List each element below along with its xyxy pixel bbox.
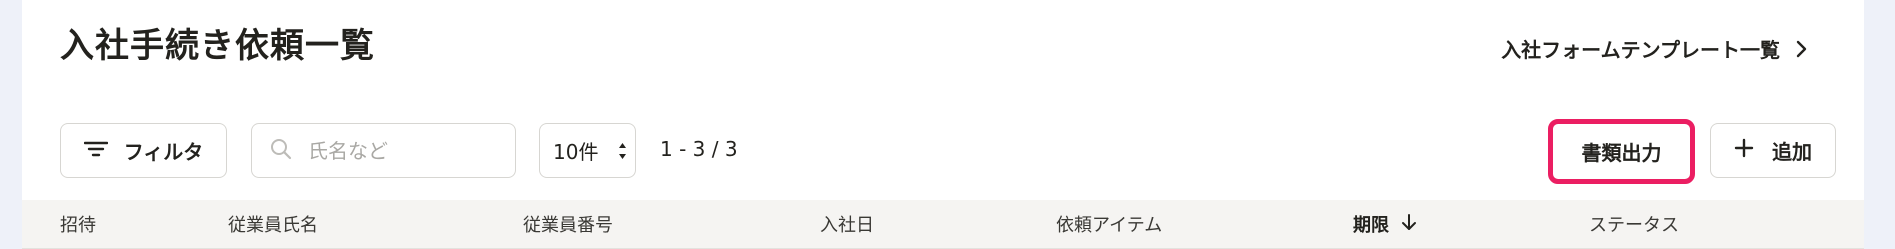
column-invite[interactable]: 招待 (60, 211, 96, 237)
arrow-down-icon (1401, 213, 1417, 236)
select-arrows-icon (618, 141, 627, 161)
column-hire-date[interactable]: 入社日 (820, 211, 874, 237)
add-button-label: 追加 (1772, 140, 1812, 164)
filter-icon (83, 139, 108, 163)
column-request-items[interactable]: 依頼アイテム (1056, 211, 1162, 237)
plus-icon (1734, 138, 1754, 163)
column-employee-name[interactable]: 従業員氏名 (228, 211, 318, 237)
pagination-info: 1 - 3 / 3 (660, 137, 738, 161)
filter-button[interactable]: フィルタ (60, 123, 227, 178)
export-button-label: 書類出力 (1581, 141, 1662, 165)
add-button[interactable]: 追加 (1710, 123, 1836, 178)
per-page-value: 10件 (553, 140, 599, 164)
filter-button-label: フィルタ (123, 140, 204, 164)
template-link-label: 入社フォームテンプレート一覧 (1501, 38, 1780, 62)
page-title: 入社手続き依頼一覧 (60, 26, 375, 66)
column-deadline[interactable]: 期限 (1353, 211, 1417, 237)
search-field[interactable] (251, 123, 516, 178)
column-status[interactable]: ステータス (1589, 211, 1679, 237)
column-employee-number[interactable]: 従業員番号 (523, 211, 613, 237)
chevron-right-icon (1796, 40, 1808, 58)
search-icon (270, 138, 292, 164)
export-documents-button[interactable]: 書類出力 (1548, 119, 1695, 184)
main-panel: 入社手続き依頼一覧 入社フォームテンプレート一覧 フィルタ 10 (22, 0, 1864, 249)
table-header: 招待 従業員氏名 従業員番号 入社日 依頼アイテム 期限 ステータス (22, 200, 1864, 249)
template-list-link[interactable]: 入社フォームテンプレート一覧 (1501, 34, 1808, 63)
scrollbar-track[interactable] (1864, 0, 1895, 249)
per-page-select[interactable]: 10件 (539, 123, 636, 178)
search-input[interactable] (306, 137, 496, 164)
